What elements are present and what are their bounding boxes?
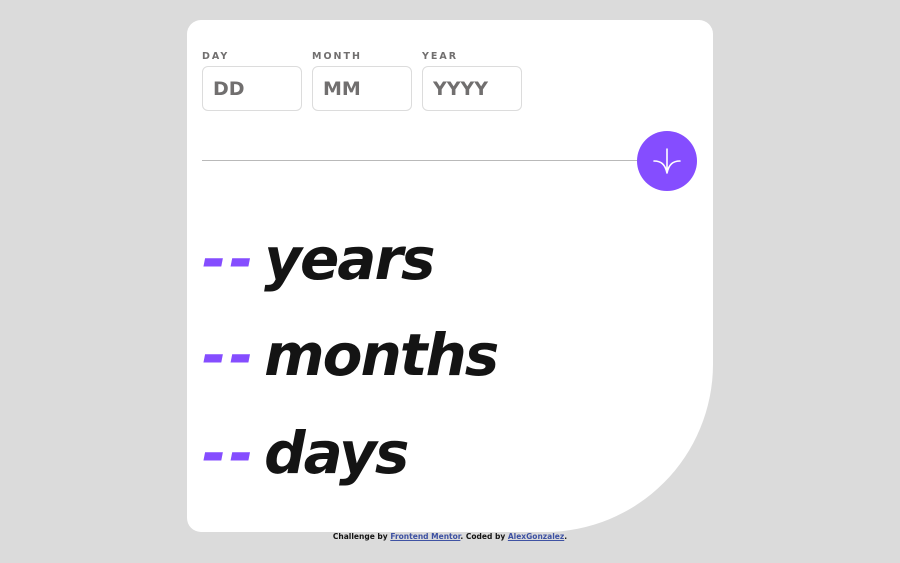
days-value: -- [202,419,257,487]
years-value: -- [202,225,257,293]
attribution: Challenge by Frontend Mentor. Coded by A… [0,532,900,541]
months-result: -- months [202,320,499,390]
month-label: MONTH [312,51,362,62]
years-result: -- years [202,224,436,294]
age-calculator-card: DAY MONTH YEAR --years --months --days [187,20,713,532]
days-result: -- days [202,418,409,488]
year-input[interactable] [422,66,522,111]
divider [202,160,642,161]
author-link[interactable]: AlexGonzalez [508,532,564,541]
years-unit: years [264,225,435,293]
month-input[interactable] [312,66,412,111]
submit-button[interactable] [637,131,697,191]
attribution-suffix: . [564,532,568,541]
months-unit: months [264,321,499,389]
attribution-middle: . Coded by [460,532,506,541]
day-label: DAY [202,51,230,62]
attribution-prefix: Challenge by [332,532,388,541]
day-field: DAY [202,52,302,111]
year-field: YEAR [422,52,522,111]
days-unit: days [264,419,409,487]
year-label: YEAR [422,51,459,62]
arrow-down-icon [653,148,681,174]
frontend-mentor-link[interactable]: Frontend Mentor [390,532,460,541]
months-value: -- [202,321,257,389]
month-field: MONTH [312,52,412,111]
day-input[interactable] [202,66,302,111]
